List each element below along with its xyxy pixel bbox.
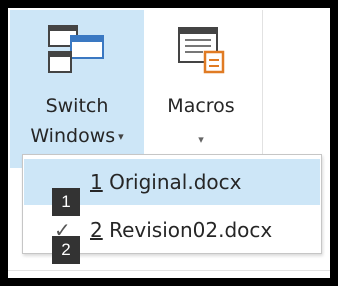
switch-windows-icon [45,22,109,84]
ribbon-bottom-border [8,270,330,271]
menu-item-name: Revision02.docx [102,218,273,242]
macros-icon [173,22,229,84]
menu-item-number: 1 [90,170,103,194]
switch-windows-label-line1: Switch [45,95,109,117]
menu-item-label: 2 Revision02.docx [90,207,272,253]
switch-windows-label-text: Windows [30,125,116,147]
macros-button[interactable]: Macros ▾ [150,10,252,168]
macros-dropdown-arrow-icon: ▾ [198,133,204,146]
macros-label: Macros [167,95,235,117]
dropdown-arrow-icon: ▾ [118,129,124,143]
keytip-badge: 1 [52,188,80,216]
keytip-badge: 2 [52,236,80,264]
menu-item-name: Original.docx [102,170,242,194]
menu-item-number: 2 [90,218,103,242]
switch-windows-label-line2: Windows ▾ [10,124,144,149]
switch-windows-button[interactable]: Switch Windows ▾ [10,10,144,168]
ribbon-window: Switch Windows ▾ Macros ▾ 1 Original.doc… [8,8,330,278]
menu-item-label: 1 Original.docx [90,159,241,205]
group-divider [262,10,263,170]
